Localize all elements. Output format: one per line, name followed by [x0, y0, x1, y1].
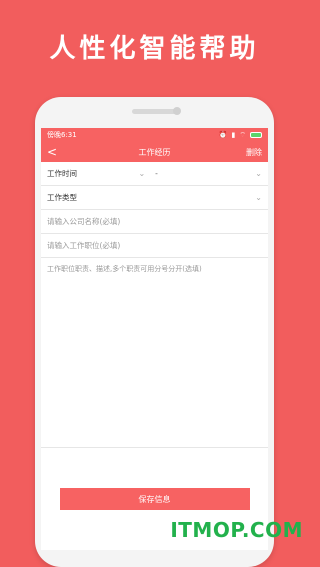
- watermark-logo: ITMOP.COM: [170, 518, 303, 542]
- phone-speaker: [131, 109, 178, 114]
- save-button[interactable]: 保存信息: [59, 488, 250, 510]
- status-time: 傍晚6:31: [47, 131, 77, 139]
- work-type-row[interactable]: 工作类型 ⌄: [41, 186, 268, 210]
- time-separator: -: [155, 169, 158, 178]
- chevron-down-icon[interactable]: ⌄: [255, 169, 262, 178]
- back-button[interactable]: <: [47, 145, 67, 159]
- status-icons: ⏰ ▮ ⌔: [219, 131, 262, 140]
- phone-screen: 傍晚6:31 ⏰ ▮ ⌔ < 工作经历 删除 工作时间 ⌄ - ⌄ 工作类型 ⌄…: [41, 128, 268, 550]
- chevron-down-icon[interactable]: ⌄: [138, 169, 145, 178]
- phone-camera: [173, 107, 181, 115]
- wifi-icon: ⌔: [239, 130, 246, 139]
- chevron-down-icon[interactable]: ⌄: [255, 193, 262, 202]
- page-title: 工作经历: [138, 147, 171, 157]
- nav-bar: < 工作经历 删除: [41, 142, 268, 162]
- position-input[interactable]: 请输入工作职位(必填): [41, 234, 268, 258]
- save-wrap: 保存信息: [41, 488, 268, 510]
- alarm-icon: ⏰: [218, 131, 228, 139]
- promo-headline: 人性化智能帮助: [49, 34, 260, 64]
- work-type-label: 工作类型: [47, 193, 77, 202]
- description-textarea[interactable]: 工作职位职责、描述,多个职责可用分号分开(选填): [41, 258, 268, 448]
- work-time-row[interactable]: 工作时间 ⌄ - ⌄: [41, 162, 268, 186]
- battery-icon: [250, 132, 262, 138]
- signal-icon: ▮: [231, 131, 236, 139]
- delete-button[interactable]: 删除: [242, 147, 262, 158]
- work-time-label: 工作时间: [47, 169, 77, 178]
- status-bar: 傍晚6:31 ⏰ ▮ ⌔: [41, 128, 268, 142]
- company-input[interactable]: 请输入公司名称(必填): [41, 210, 268, 234]
